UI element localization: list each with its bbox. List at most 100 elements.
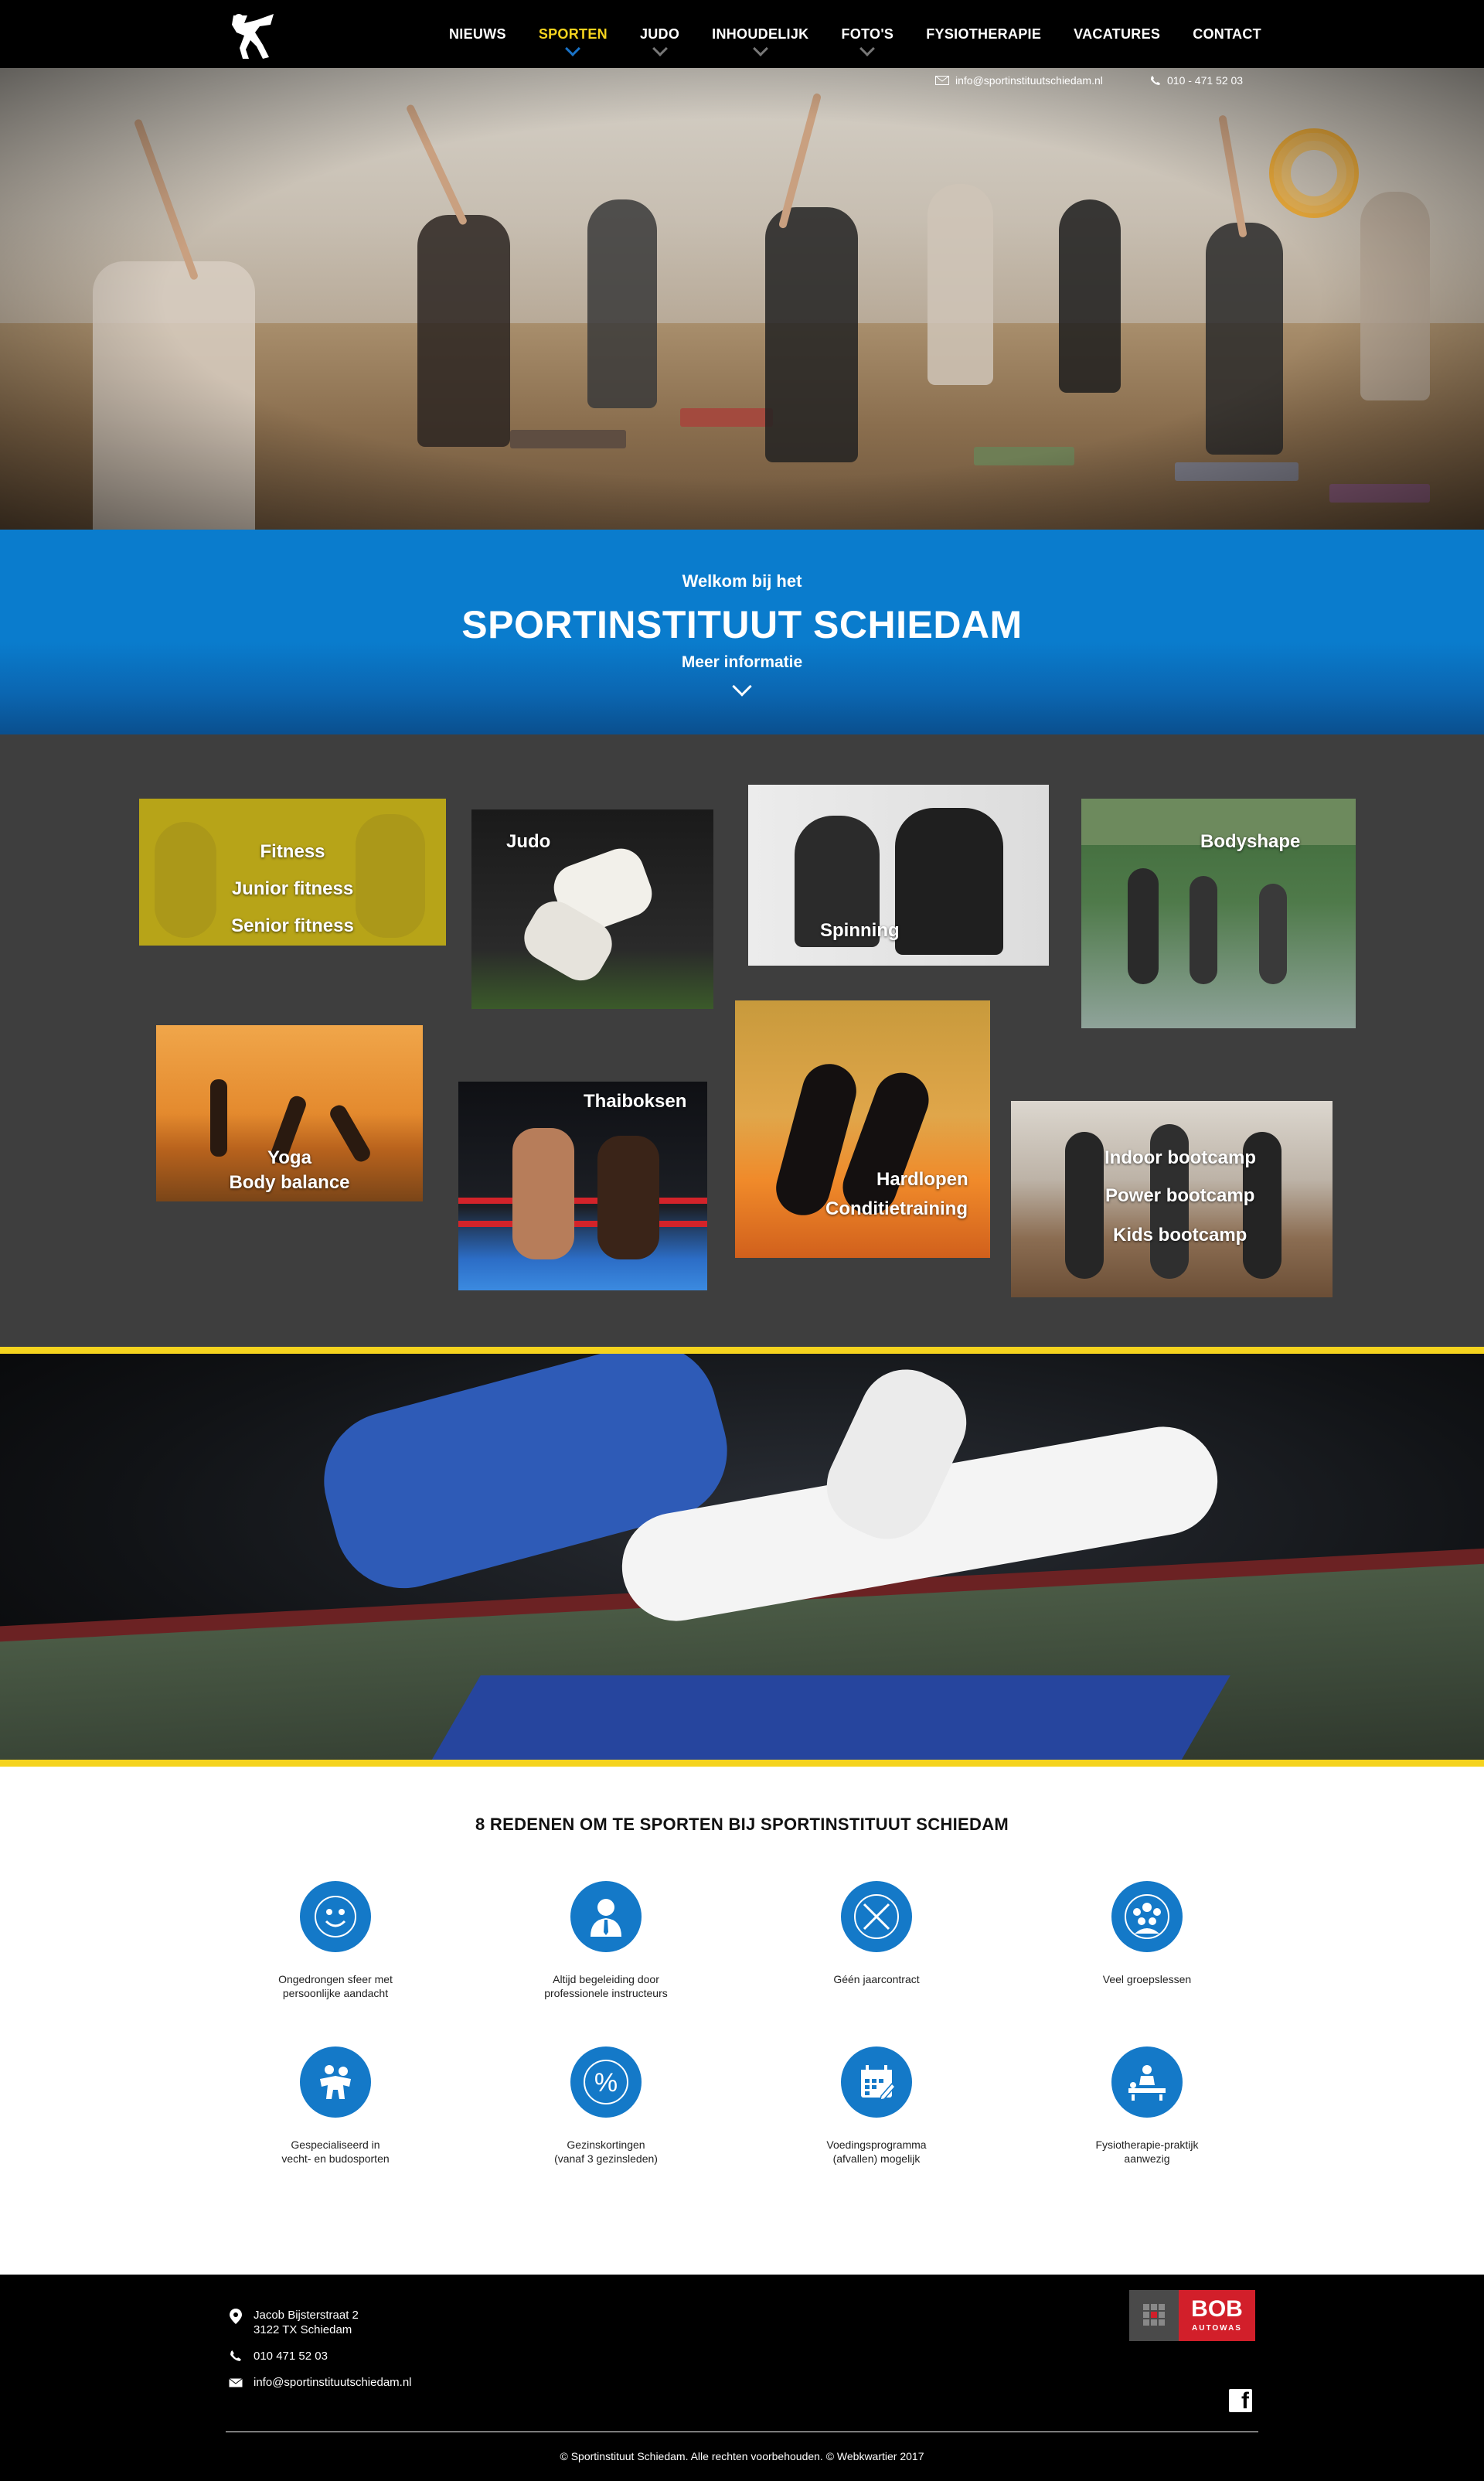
tile-shape xyxy=(512,1128,574,1259)
menu-label: JUDO xyxy=(639,26,680,42)
menu-label: FOTO'S xyxy=(841,26,894,42)
tile-label: Power bootcamp xyxy=(1105,1185,1255,1206)
menu-item-vacatures[interactable]: VACATURES xyxy=(1057,0,1176,68)
tile-label: Kids bootcamp xyxy=(1113,1225,1247,1246)
tile-label: Yoga xyxy=(267,1147,311,1168)
tile-shape xyxy=(597,1136,659,1259)
hero-vignette xyxy=(0,68,1484,530)
tile-label: Spinning xyxy=(820,920,900,941)
top-email[interactable]: info@sportinstituutschiedam.nl xyxy=(935,74,1103,87)
menu-item-inhoudelijk[interactable]: INHOUDELIJK xyxy=(696,0,825,68)
menu-item-judo[interactable]: JUDO xyxy=(624,0,696,68)
no-contract-icon xyxy=(841,1881,912,1952)
welcome-pre: Welkom bij het xyxy=(682,571,802,591)
map-pin-icon xyxy=(230,2309,242,2324)
tile-shape xyxy=(1190,876,1217,984)
menu-item-fysiotherapie[interactable]: FYSIOTHERAPIE xyxy=(910,0,1057,68)
chevron-down-icon xyxy=(652,41,668,56)
footer-address: Jacob Bijsterstraat 2 3122 TX Schiedam xyxy=(229,2308,359,2337)
top-navigation: NIEUWS SPORTEN JUDO INHOUDELIJK FOTO'S F… xyxy=(0,0,1484,68)
tile-label: Judo xyxy=(506,831,551,852)
reasons-title: 8 REDENEN OM TE SPORTEN BIJ SPORTINSTITU… xyxy=(475,1815,1009,1834)
footer-phone[interactable]: 010 471 52 03 xyxy=(229,2350,328,2363)
tile-shape xyxy=(210,1079,227,1157)
tile-hardlopen[interactable]: Hardlopen Conditietraining xyxy=(735,1000,990,1258)
reason-text: Altijd begeleiding door professionele ins… xyxy=(544,1973,668,1999)
tile-thaiboksen[interactable]: Thaiboksen xyxy=(458,1082,707,1290)
mail-icon xyxy=(229,2378,243,2387)
menu-item-sporten[interactable]: SPORTEN xyxy=(522,0,624,68)
reason-text: Voedingsprogramma (afvallen) mogelijk xyxy=(826,2138,927,2165)
menu-label: NIEUWS xyxy=(449,26,506,42)
hero-yoga-photo: info@sportinstituutschiedam.nl 010 - 471… xyxy=(0,68,1484,530)
tile-label: Senior fitness xyxy=(231,915,354,936)
tile-shape xyxy=(458,1221,707,1227)
tile-spinning[interactable]: Spinning xyxy=(748,785,1049,966)
top-phone[interactable]: 010 - 471 52 03 xyxy=(1150,74,1243,87)
reason-text: Gezinskortingen (vanaf 3 gezinsleden) xyxy=(554,2138,658,2165)
tile-label: Junior fitness xyxy=(231,878,354,899)
bob-big-text: BOB xyxy=(1191,2296,1243,2322)
tile-bootcamp[interactable]: Indoor bootcamp Power bootcamp Kids boot… xyxy=(1011,1101,1333,1297)
physio-icon xyxy=(1111,2046,1183,2118)
top-email-text: info@sportinstituutschiedam.nl xyxy=(955,74,1103,87)
svg-text:%: % xyxy=(594,2068,618,2098)
footer-email[interactable]: info@sportinstituutschiedam.nl xyxy=(229,2376,412,2389)
bob-text-block: BOB AUTOWAS xyxy=(1179,2290,1255,2341)
chevron-down-icon[interactable] xyxy=(732,676,752,697)
more-info-link[interactable]: Meer informatie xyxy=(0,653,1484,672)
phone-icon xyxy=(230,2350,241,2361)
tile-bodyshape[interactable]: Bodyshape xyxy=(1081,799,1356,1028)
tile-shape xyxy=(895,808,1003,955)
tile-label: Thaiboksen xyxy=(584,1091,687,1112)
tile-fitness[interactable]: Fitness Junior fitness Senior fitness xyxy=(139,799,446,946)
yellow-divider xyxy=(0,1760,1484,1767)
group-icon xyxy=(1111,1881,1183,1952)
tile-label: Indoor bootcamp xyxy=(1104,1147,1256,1168)
reasons-section: 8 REDENEN OM TE SPORTEN BIJ SPORTINSTITU… xyxy=(0,1767,1484,2275)
smiley-icon xyxy=(300,1881,371,1952)
judo-blue-mat xyxy=(431,1675,1230,1760)
chevron-down-icon xyxy=(565,41,581,56)
bob-small-text: AUTOWAS xyxy=(1192,2324,1242,2333)
top-phone-text: 010 - 471 52 03 xyxy=(1167,74,1244,87)
phone-icon xyxy=(1151,76,1160,85)
tile-label: Body balance xyxy=(229,1172,350,1193)
percent-icon: % xyxy=(570,2046,642,2118)
bob-autowas-logo[interactable]: BOB AUTOWAS xyxy=(1129,2290,1255,2341)
main-menu: NIEUWS SPORTEN JUDO INHOUDELIJK FOTO'S F… xyxy=(433,0,1278,68)
logo-icon[interactable] xyxy=(226,9,278,62)
tile-yoga[interactable]: Yoga Body balance xyxy=(156,1025,423,1201)
tile-shape xyxy=(1259,884,1287,984)
welcome-banner: Welkom bij het SPORTINSTITUUT SCHIEDAM M… xyxy=(0,530,1484,734)
welcome-title: SPORTINSTITUUT SCHIEDAM xyxy=(461,603,1023,646)
judo-banner-photo xyxy=(0,1354,1484,1760)
tile-judo[interactable]: Judo xyxy=(471,809,713,1009)
yellow-divider xyxy=(0,1347,1484,1354)
bob-grid-icon xyxy=(1129,2290,1179,2341)
tile-label: Hardlopen xyxy=(876,1169,968,1190)
menu-label: SPORTEN xyxy=(538,26,608,42)
tile-shape xyxy=(458,1198,707,1204)
footer: Jacob Bijsterstraat 2 3122 TX Schiedam 0… xyxy=(0,2275,1484,2481)
footer-address-line: Jacob Bijsterstraat 2 xyxy=(254,2309,359,2322)
reason-text: Géén jaarcontract xyxy=(833,1973,920,1985)
copyright-text: © Sportinstituut Schiedam. Alle rechten … xyxy=(560,2450,924,2462)
reason-text: Gespecialiseerd in vecht- en budosporten xyxy=(281,2138,390,2165)
reason-text: Ongedrongen sfeer met persoonlijke aandac… xyxy=(278,1973,393,1999)
instructor-icon xyxy=(570,1881,642,1952)
footer-phone-text: 010 471 52 03 xyxy=(254,2350,328,2363)
wrestling-icon xyxy=(300,2046,371,2118)
menu-label: CONTACT xyxy=(1193,26,1261,42)
calendar-icon xyxy=(841,2046,912,2118)
menu-item-contact[interactable]: CONTACT xyxy=(1176,0,1278,68)
menu-item-fotos[interactable]: FOTO'S xyxy=(825,0,910,68)
chevron-down-icon xyxy=(859,41,876,56)
mail-icon xyxy=(935,76,949,85)
menu-item-nieuws[interactable]: NIEUWS xyxy=(433,0,522,68)
menu-label: VACATURES xyxy=(1074,26,1161,42)
tile-shape xyxy=(1128,868,1159,984)
footer-address-line: 3122 TX Schiedam xyxy=(254,2323,352,2336)
tile-shape xyxy=(1065,1132,1104,1279)
facebook-icon[interactable]: f xyxy=(1229,2389,1252,2413)
